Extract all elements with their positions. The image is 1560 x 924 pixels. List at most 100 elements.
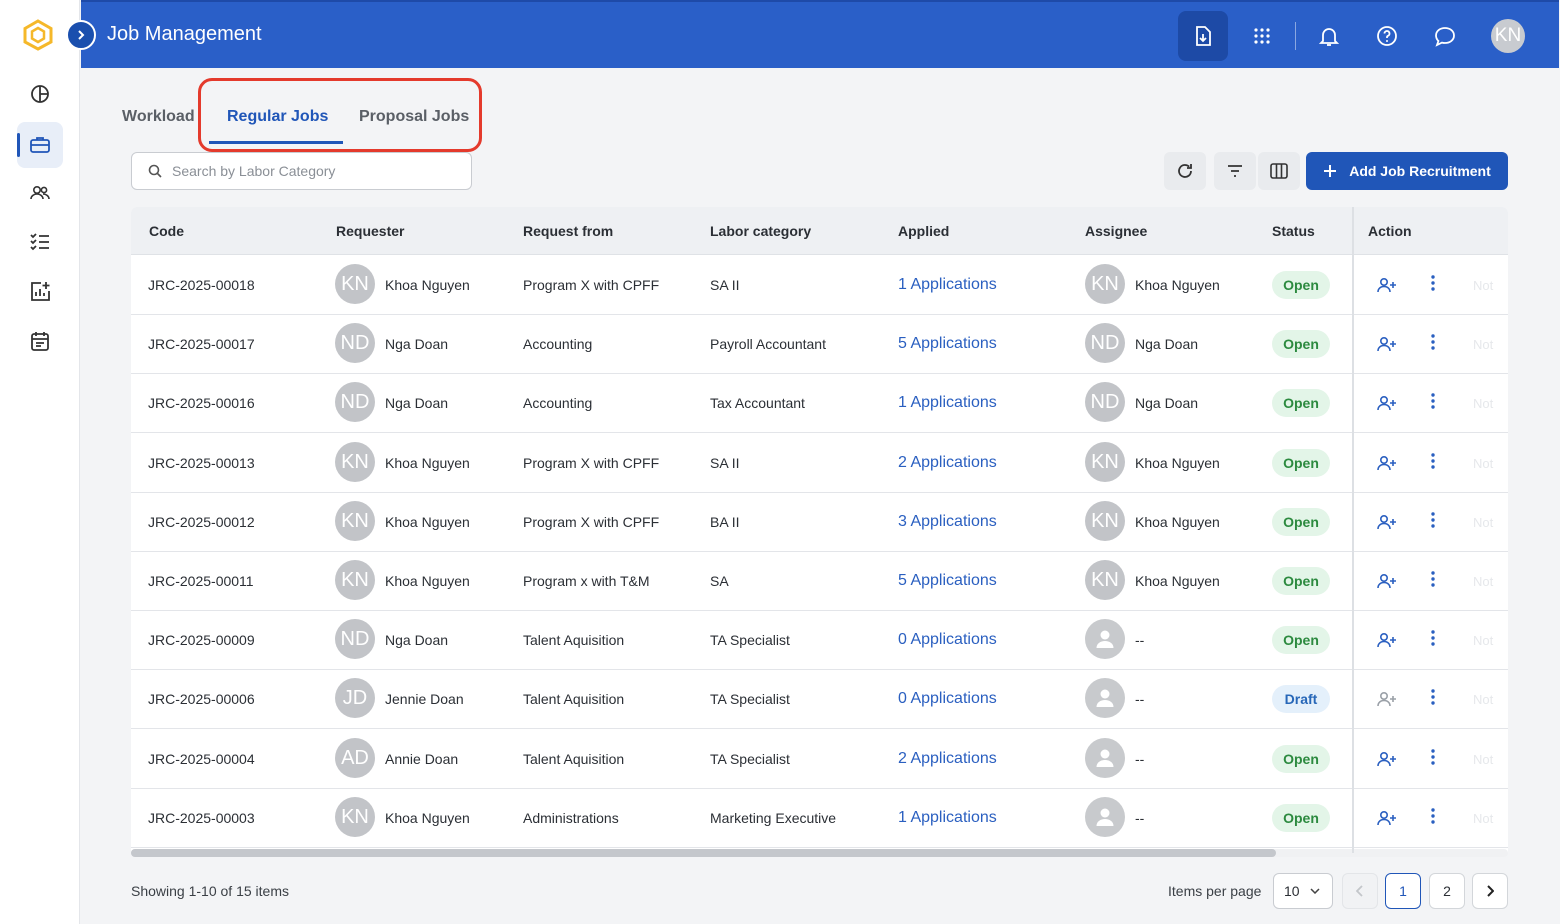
more-actions-button[interactable] <box>1425 627 1441 649</box>
table-row[interactable]: JRC-2025-00012 KN Khoa Nguyen Program X wit… <box>131 493 1508 552</box>
notifications-button[interactable] <box>1304 11 1354 61</box>
requester-avatar: ND <box>335 382 375 422</box>
applications-link[interactable]: 3 Applications <box>898 513 997 531</box>
items-per-page-select[interactable]: 10 <box>1273 873 1333 909</box>
table-row[interactable]: JRC-2025-00016 ND Nga Doan Accounting Tax Ac… <box>131 374 1508 433</box>
report-add-icon <box>31 282 50 301</box>
assignee-name: Khoa Nguyen <box>1135 514 1220 530</box>
applications-link[interactable]: 0 Applications <box>898 631 997 649</box>
assignee-avatar: KN <box>1085 501 1125 541</box>
table-row[interactable]: JRC-2025-00003 KN Khoa Nguyen Administratio… <box>131 789 1508 848</box>
assignee-avatar: ND <box>1085 382 1125 422</box>
applications-link[interactable]: 2 Applications <box>898 750 997 768</box>
chevron-down-icon <box>1310 888 1320 894</box>
job-code: JRC-2025-00013 <box>148 455 255 471</box>
more-vertical-icon <box>1431 630 1435 646</box>
col-applied[interactable]: Applied <box>898 223 949 239</box>
col-code[interactable]: Code <box>149 223 184 239</box>
next-page-button[interactable] <box>1472 873 1508 909</box>
assign-user-button[interactable] <box>1376 688 1398 710</box>
requester-avatar: KN <box>335 442 375 482</box>
request-from: Talent Aquisition <box>523 751 625 767</box>
more-actions-button[interactable] <box>1425 686 1441 708</box>
table-row[interactable]: JRC-2025-00009 ND Nga Doan Talent Aquisitio… <box>131 611 1508 670</box>
requester-name: Khoa Nguyen <box>385 277 470 293</box>
assign-user-button[interactable] <box>1376 629 1398 651</box>
sidebar-item-tasks[interactable] <box>0 218 80 264</box>
assign-user-button[interactable] <box>1376 333 1398 355</box>
more-actions-button[interactable] <box>1425 331 1441 353</box>
labor-category: Tax Accountant <box>710 395 805 411</box>
prev-page-button[interactable] <box>1342 873 1378 909</box>
more-actions-button[interactable] <box>1425 509 1441 531</box>
col-requester[interactable]: Requester <box>336 223 404 239</box>
search-input[interactable] <box>172 163 452 179</box>
applications-link[interactable]: 0 Applications <box>898 690 997 708</box>
more-actions-button[interactable] <box>1425 568 1441 590</box>
download-button[interactable] <box>1178 11 1228 61</box>
applications-link[interactable]: 2 Applications <box>898 454 997 472</box>
applications-link[interactable]: 1 Applications <box>898 394 997 412</box>
sidebar-item-dashboard[interactable] <box>0 71 80 117</box>
col-request-from[interactable]: Request from <box>523 223 613 239</box>
sidebar-item-reports[interactable] <box>0 268 80 314</box>
sidebar-item-jobs[interactable] <box>0 122 80 168</box>
assign-user-button[interactable] <box>1376 748 1398 770</box>
refresh-button[interactable] <box>1164 152 1206 190</box>
col-labor-category[interactable]: Labor category <box>710 223 811 239</box>
sidebar-expand-button[interactable] <box>66 20 96 50</box>
columns-button[interactable] <box>1258 152 1300 190</box>
col-status[interactable]: Status <box>1272 223 1315 239</box>
col-assignee[interactable]: Assignee <box>1085 223 1147 239</box>
requester-avatar: ND <box>335 619 375 659</box>
job-code: JRC-2025-00006 <box>148 691 255 707</box>
applications-link[interactable]: 1 Applications <box>898 809 997 827</box>
search-box[interactable] <box>131 152 472 190</box>
assign-user-button[interactable] <box>1376 570 1398 592</box>
horizontal-scrollbar[interactable] <box>131 849 1508 857</box>
sidebar-item-calendar[interactable] <box>0 318 80 364</box>
sidebar-item-people[interactable] <box>0 170 80 216</box>
table-row[interactable]: JRC-2025-00017 ND Nga Doan Accounting Payrol… <box>131 315 1508 374</box>
user-avatar[interactable]: KN <box>1491 19 1525 53</box>
labor-category: SA II <box>710 455 740 471</box>
person-icon <box>1096 749 1114 767</box>
table-row[interactable]: JRC-2025-00004 AD Annie Doan Talent Aquisit… <box>131 730 1508 789</box>
assignee-avatar <box>1085 738 1125 778</box>
assign-user-button[interactable] <box>1376 452 1398 474</box>
more-actions-button[interactable] <box>1425 272 1441 294</box>
applications-link[interactable]: 5 Applications <box>898 572 997 590</box>
more-vertical-icon <box>1431 453 1435 469</box>
assign-user-button[interactable] <box>1376 274 1398 296</box>
apps-button[interactable] <box>1237 11 1287 61</box>
app-logo[interactable] <box>22 19 54 51</box>
assign-user-button[interactable] <box>1376 392 1398 414</box>
tab-workload[interactable]: Workload <box>122 108 195 126</box>
table-header: Code Requester Request from Labor catego… <box>131 207 1508 255</box>
more-actions-button[interactable] <box>1425 746 1441 768</box>
more-actions-button[interactable] <box>1425 805 1441 827</box>
more-actions-button[interactable] <box>1425 450 1441 472</box>
filter-button[interactable] <box>1214 152 1256 190</box>
applications-link[interactable]: 1 Applications <box>898 276 997 294</box>
requester-name: Khoa Nguyen <box>385 573 470 589</box>
table-row[interactable]: JRC-2025-00006 JD Jennie Doan Talent Aquisi… <box>131 670 1508 729</box>
chevron-right-icon <box>1487 885 1494 897</box>
assign-user-button[interactable] <box>1376 807 1398 829</box>
assignee-name: Nga Doan <box>1135 336 1199 352</box>
applications-link[interactable]: 5 Applications <box>898 335 997 353</box>
page-1-button[interactable]: 1 <box>1385 873 1421 909</box>
table-row[interactable]: JRC-2025-00011 KN Khoa Nguyen Program x wit… <box>131 552 1508 611</box>
table-row[interactable]: JRC-2025-00013 KN Khoa Nguyen Program X wit… <box>131 434 1508 493</box>
add-job-recruitment-button[interactable]: Add Job Recruitment <box>1306 152 1508 190</box>
chat-button[interactable] <box>1420 11 1470 61</box>
assign-user-button[interactable] <box>1376 511 1398 533</box>
more-actions-button[interactable] <box>1425 390 1441 412</box>
scrollbar-thumb[interactable] <box>131 849 1276 857</box>
help-button[interactable] <box>1362 11 1412 61</box>
add-person-icon <box>1377 751 1396 767</box>
table-row[interactable]: JRC-2025-00018 KN Khoa Nguyen Program X wit… <box>131 256 1508 315</box>
page-2-button[interactable]: 2 <box>1429 873 1465 909</box>
add-person-icon <box>1377 691 1396 707</box>
add-person-icon <box>1377 514 1396 530</box>
